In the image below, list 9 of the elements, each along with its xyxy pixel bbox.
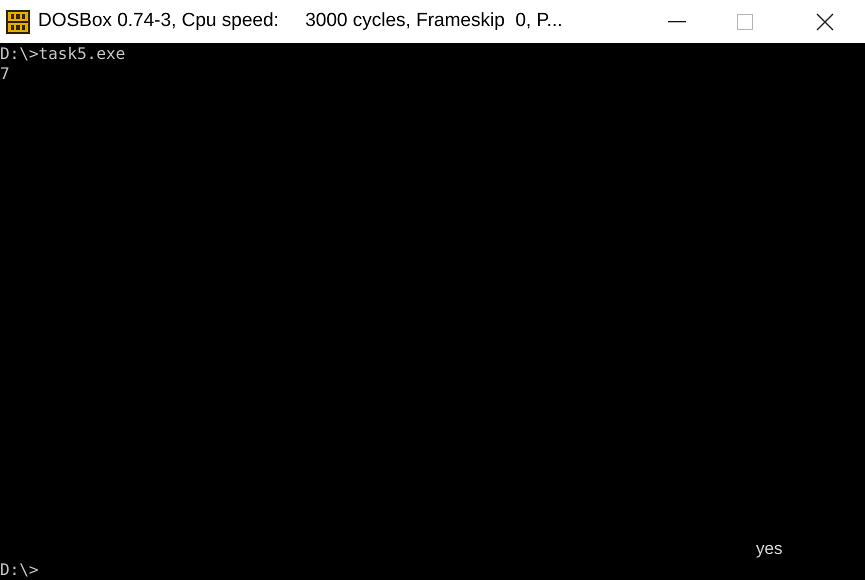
command-prompt: D:\> — [0, 560, 39, 580]
minimize-icon — [668, 20, 686, 22]
window-title: DOSBox 0.74-3, Cpu speed: 3000 cycles, Frameskip 0, P... — [38, 9, 563, 34]
maximize-icon — [737, 14, 753, 30]
console-line: D:\>task5.exe — [0, 44, 126, 64]
console-line: 7 — [0, 64, 10, 84]
close-icon — [816, 12, 834, 30]
output-text: yes — [756, 539, 782, 559]
app-logo-icon — [6, 10, 30, 34]
